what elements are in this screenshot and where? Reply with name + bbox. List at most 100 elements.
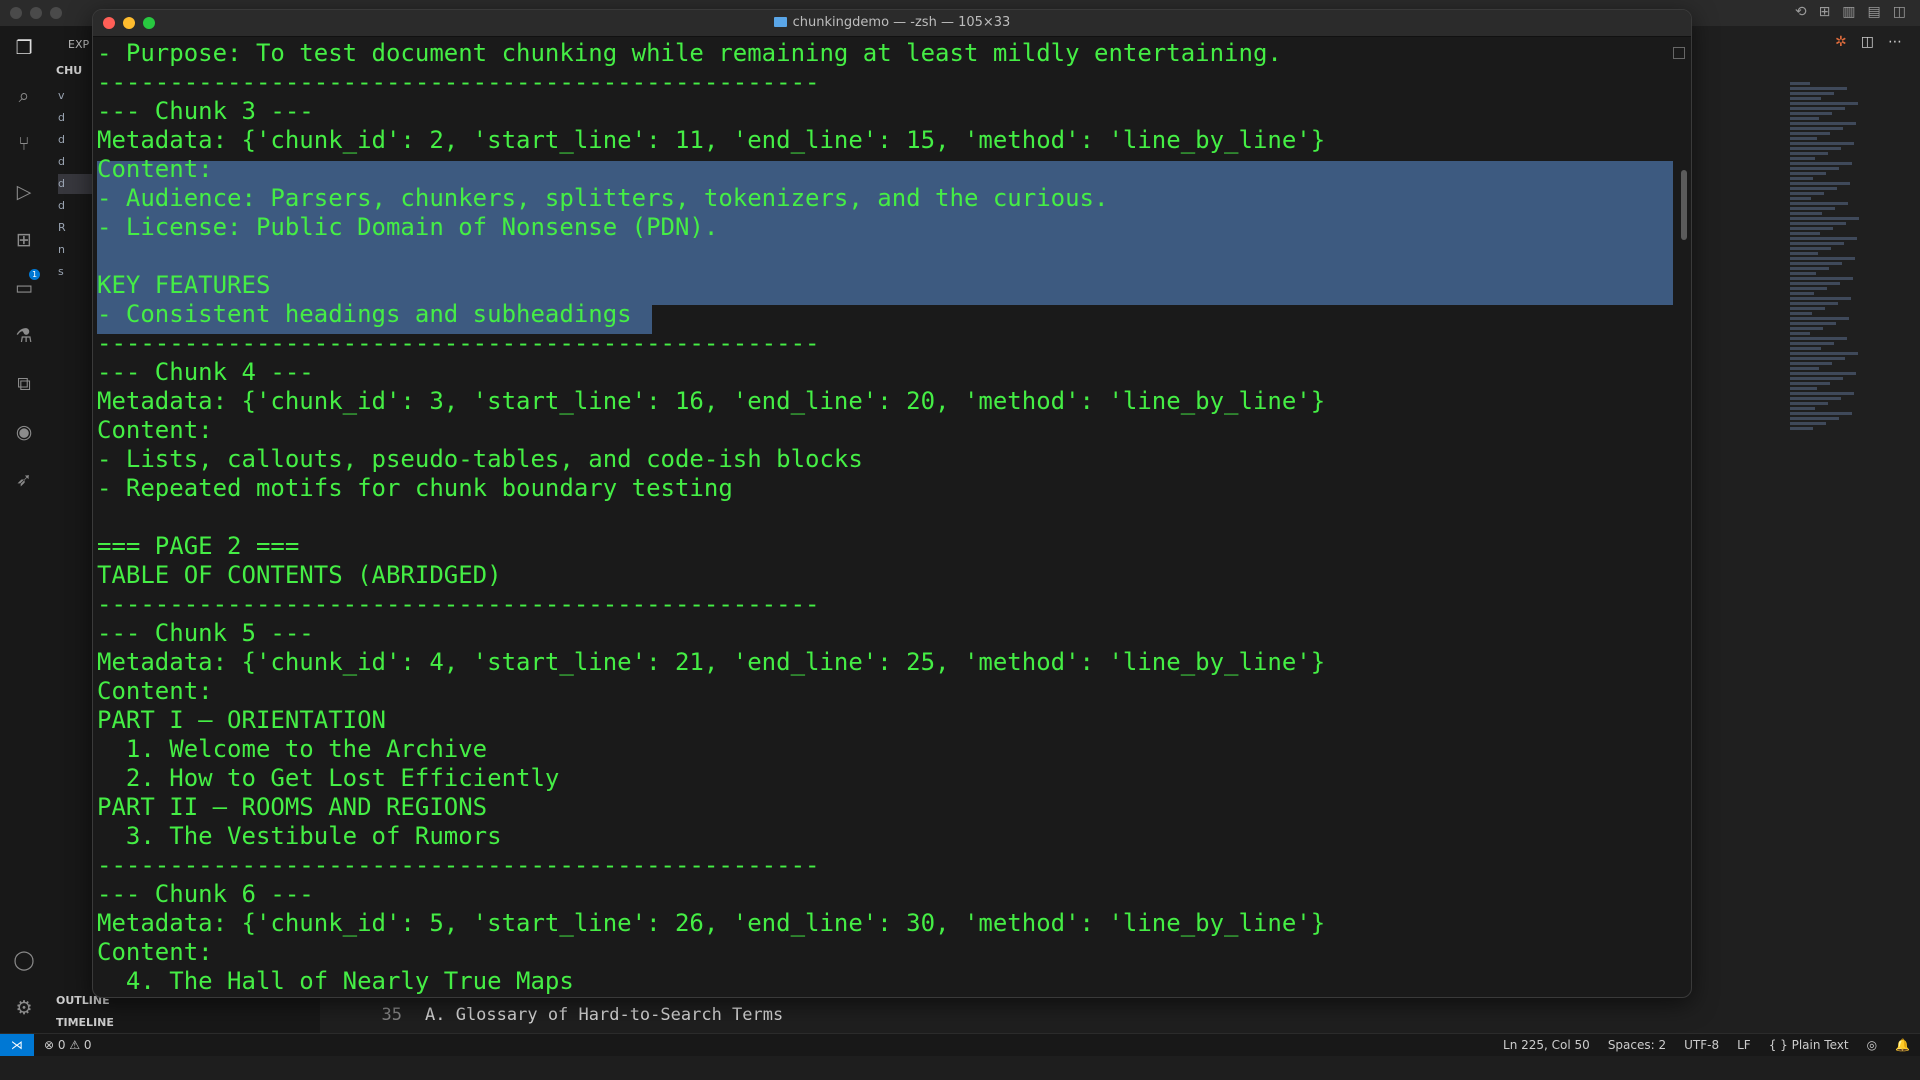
copilot-chat-icon[interactable]: ⟲ [1795,4,1807,20]
terminal-line: - Repeated motifs for chunk boundary tes… [97,474,733,502]
extensions-icon[interactable]: ⊞ [12,228,36,252]
minimap-line [1790,277,1853,280]
window-zoom-button[interactable] [50,7,62,19]
terminal-line: PART II — ROOMS AND REGIONS [97,793,488,821]
toggle-sidebar-icon[interactable]: ▥ [1842,4,1855,20]
problems-indicator[interactable]: ⊗ 0 ⚠ 0 [44,1038,92,1052]
editor-line: 35 A. Glossary of Hard-to-Search Terms [320,1003,1920,1027]
toggle-panel-icon[interactable]: ▤ [1868,4,1881,20]
minimap-line [1790,297,1851,300]
window-minimize-button[interactable] [30,7,42,19]
more-actions-icon[interactable]: ⋯ [1888,34,1902,50]
minimap-line [1790,107,1845,110]
terminal-line: 4. The Hall of Nearly True Maps [97,967,574,995]
terminal-line: TABLE OF CONTENTS (ABRIDGED) [97,561,502,589]
minimap-line [1790,337,1847,340]
source-control-icon[interactable]: ⑂ [12,132,36,156]
minimap[interactable] [1790,80,1860,540]
minimap-line [1790,192,1824,195]
minimap-line [1790,117,1819,120]
minimap-line [1790,167,1839,170]
terminal-titlebar: chunkingdemo — -zsh — 105×33 [93,10,1691,37]
terminal-scroll-button[interactable] [1673,47,1685,59]
status-right: Ln 225, Col 50 Spaces: 2 UTF-8 LF { } Pl… [1503,1038,1910,1052]
minimap-line [1790,427,1813,430]
minimap-line [1790,127,1843,130]
terminal-line: 2. How to Get Lost Efficiently [97,764,560,792]
minimap-line [1790,132,1830,135]
terminal-line: --- Chunk 4 --- [97,358,314,386]
minimap-line [1790,92,1834,95]
timeline-section[interactable]: TIMELINE [56,1016,114,1029]
files-icon[interactable]: ❐ [12,36,36,60]
encoding[interactable]: UTF-8 [1684,1038,1719,1052]
customize-layout-icon[interactable]: ⊞ [1819,4,1831,20]
minimap-line [1790,342,1834,345]
terminal-window[interactable]: chunkingdemo — -zsh — 105×33 - Purpose: … [92,9,1692,998]
terminal-line: Metadata: {'chunk_id': 2, 'start_line': … [97,126,1326,154]
terminal-line: ----------------------------------------… [97,68,820,96]
terminal-line: - Lists, callouts, pseudo-tables, and co… [97,445,863,473]
minimap-line [1790,257,1855,260]
minimap-line [1790,357,1845,360]
minimap-line [1790,142,1854,145]
language-mode[interactable]: { } Plain Text [1769,1038,1849,1052]
copilot-status-icon[interactable]: ◎ [1867,1038,1877,1052]
minimap-line [1790,287,1827,290]
notifications-icon[interactable]: 🔔 [1895,1038,1910,1052]
workspace-folder[interactable]: CHU [56,64,82,77]
remote-indicator-icon[interactable]: ⋊ [0,1034,34,1056]
copilot-icon[interactable]: ◉ [12,420,36,444]
minimap-line [1790,172,1826,175]
minimap-line [1790,397,1841,400]
language-label: Plain Text [1791,1038,1849,1052]
minimap-line [1790,377,1843,380]
search-icon[interactable]: ⌕ [12,84,36,108]
minimap-line [1790,137,1817,140]
minimap-line [1790,152,1828,155]
end-of-line[interactable]: LF [1737,1038,1751,1052]
minimap-line [1790,227,1833,230]
toggle-secondary-sidebar-icon[interactable]: ◫ [1893,4,1906,20]
minimap-line [1790,112,1832,115]
folder-icon [773,17,787,27]
layout-controls: ⟲ ⊞ ▥ ▤ ◫ [1795,4,1906,20]
run-debug-icon[interactable]: ▷ [12,180,36,204]
desktop-strip [0,1056,1920,1080]
minimap-line [1790,242,1844,245]
minimap-line [1790,372,1856,375]
terminal-line: Content: [97,938,213,966]
debug-icon[interactable]: ✲ [1835,34,1847,50]
terminal-line: ----------------------------------------… [97,329,820,357]
remote-explorer-icon[interactable]: ▭ [12,276,36,300]
settings-gear-icon[interactable]: ⚙ [12,996,36,1020]
terminal-line: Metadata: {'chunk_id': 3, 'start_line': … [97,387,1326,415]
minimap-line [1790,312,1812,315]
deploy-icon[interactable]: ➶ [12,468,36,492]
terminal-line: --- Chunk 3 --- [97,97,314,125]
minimap-line [1790,332,1810,335]
terminal-line: 1. Welcome to the Archive [97,735,488,763]
terminal-scrollbar[interactable] [1681,170,1687,240]
account-icon[interactable]: ◯ [12,948,36,972]
window-close-button[interactable] [10,7,22,19]
minimap-line [1790,232,1820,235]
testing-icon[interactable]: ⚗ [12,324,36,348]
minimap-line [1790,212,1822,215]
minimap-line [1790,87,1847,90]
split-editor-icon[interactable]: ◫ [1861,34,1874,50]
minimap-line [1790,392,1854,395]
terminal-line: === PAGE 2 === [97,532,300,560]
minimap-line [1790,157,1815,160]
terminal-output[interactable]: - Purpose: To test document chunking whi… [97,39,1673,997]
terminal-line: Content: [97,416,213,444]
line-text[interactable]: A. Glossary of Hard-to-Search Terms [425,1005,783,1025]
minimap-line [1790,282,1840,285]
cursor-position[interactable]: Ln 225, Col 50 [1503,1038,1590,1052]
minimap-line [1790,292,1814,295]
minimap-line [1790,387,1817,390]
minimap-line [1790,422,1826,425]
indentation[interactable]: Spaces: 2 [1608,1038,1666,1052]
references-icon[interactable]: ⧉ [12,372,36,396]
terminal-title-text: chunkingdemo — -zsh — 105×33 [792,15,1011,30]
